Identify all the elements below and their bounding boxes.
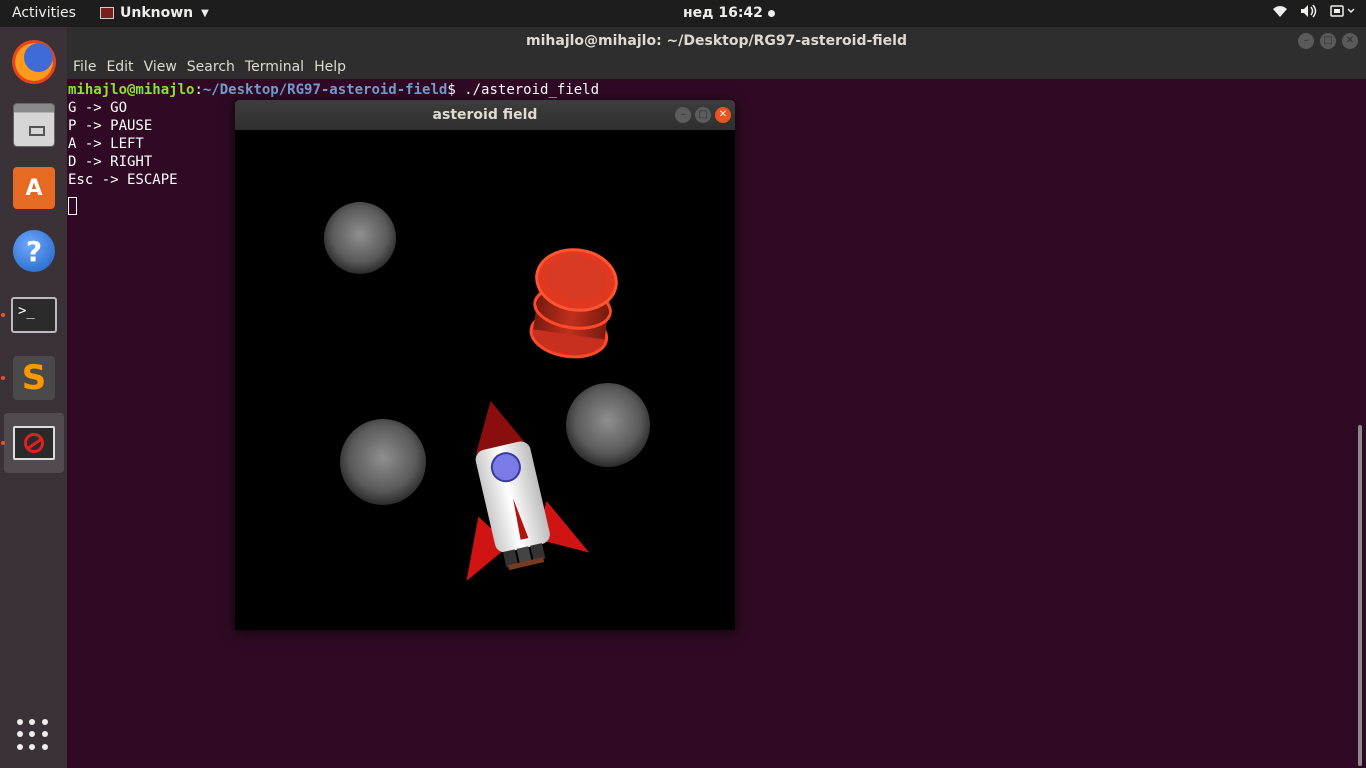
files-icon: [13, 103, 55, 147]
sublime-icon: S: [13, 356, 55, 400]
game-window: asteroid field – □ ✕: [235, 100, 735, 630]
menu-help[interactable]: Help: [314, 55, 351, 79]
activities-button[interactable]: Activities: [12, 5, 76, 21]
prompt-line: mihajlo@mihajlo:~/Desktop/RG97-asteroid-…: [68, 82, 600, 98]
firefox-icon: [12, 40, 56, 84]
clock-label: нед 16:42: [683, 5, 763, 21]
app-menu[interactable]: Unknown ▼: [100, 5, 209, 21]
terminal-scrollbar[interactable]: [1354, 79, 1366, 768]
game-title: asteroid field: [432, 107, 538, 123]
prompt-user: mihajlo@mihajlo: [68, 82, 195, 98]
running-indicator-icon: [1, 313, 5, 317]
dock-item-software[interactable]: A: [4, 158, 64, 218]
prompt-command: $ ./asteroid_field: [447, 82, 600, 98]
text-cursor: [68, 197, 77, 215]
dock-item-firefox[interactable]: [4, 32, 64, 92]
game-canvas[interactable]: [235, 130, 735, 630]
close-icon[interactable]: ✕: [715, 107, 731, 123]
game-titlebar[interactable]: asteroid field: [235, 100, 735, 130]
show-applications-icon[interactable]: [17, 719, 49, 751]
dock-item-terminal[interactable]: >_: [1, 285, 64, 345]
software-icon: A: [13, 167, 55, 209]
dock-item-sublime[interactable]: S: [1, 348, 64, 408]
chevron-down-icon: ▼: [201, 7, 209, 19]
app-menu-label: Unknown: [120, 5, 194, 21]
maximize-icon[interactable]: □: [695, 107, 711, 123]
wifi-icon[interactable]: [1272, 4, 1288, 18]
help-icon: ?: [13, 230, 55, 272]
broken-app-icon: [13, 426, 55, 460]
dock: A ? >_ S: [0, 27, 67, 768]
top-bar: Activities Unknown ▼ нед 16:42: [0, 0, 1366, 27]
game-window-controls: – □ ✕: [675, 107, 731, 123]
terminal-titlebar[interactable]: mihajlo@mihajlo: ~/Desktop/RG97-asteroid…: [67, 27, 1366, 55]
scrollbar-thumb[interactable]: [1358, 425, 1362, 766]
menu-search[interactable]: Search: [187, 55, 240, 79]
prompt-path: ~/Desktop/RG97-asteroid-field: [202, 82, 448, 98]
dock-item-asteroid-field[interactable]: [1, 413, 64, 473]
clock[interactable]: нед 16:42: [683, 5, 775, 21]
app-menu-icon: [100, 7, 114, 19]
menu-edit[interactable]: Edit: [106, 55, 138, 79]
asteroid: [340, 419, 426, 505]
menu-terminal[interactable]: Terminal: [245, 55, 309, 79]
minimize-icon[interactable]: –: [675, 107, 691, 123]
running-indicator-icon: [1, 376, 5, 380]
rocket: [466, 400, 590, 581]
close-icon[interactable]: ✕: [1342, 33, 1358, 49]
terminal-title: mihajlo@mihajlo: ~/Desktop/RG97-asteroid…: [526, 33, 907, 49]
asteroid: [324, 202, 396, 274]
volume-icon[interactable]: [1300, 4, 1318, 18]
maximize-icon[interactable]: □: [1320, 33, 1336, 49]
dock-item-help[interactable]: ?: [4, 221, 64, 281]
terminal-icon: >_: [11, 297, 57, 333]
fuel-barrel: [529, 248, 618, 359]
system-tray[interactable]: [1272, 4, 1356, 18]
dock-item-files[interactable]: [4, 95, 64, 155]
minimize-icon[interactable]: –: [1298, 33, 1314, 49]
notification-dot-icon: [767, 9, 775, 17]
asteroid: [566, 383, 650, 467]
power-icon[interactable]: [1330, 4, 1356, 18]
terminal-window-controls: – □ ✕: [1298, 33, 1358, 49]
terminal-menubar: File Edit View Search Terminal Help: [67, 55, 1366, 79]
running-indicator-icon: [1, 441, 5, 445]
menu-view[interactable]: View: [144, 55, 182, 79]
menu-file[interactable]: File: [73, 55, 101, 79]
